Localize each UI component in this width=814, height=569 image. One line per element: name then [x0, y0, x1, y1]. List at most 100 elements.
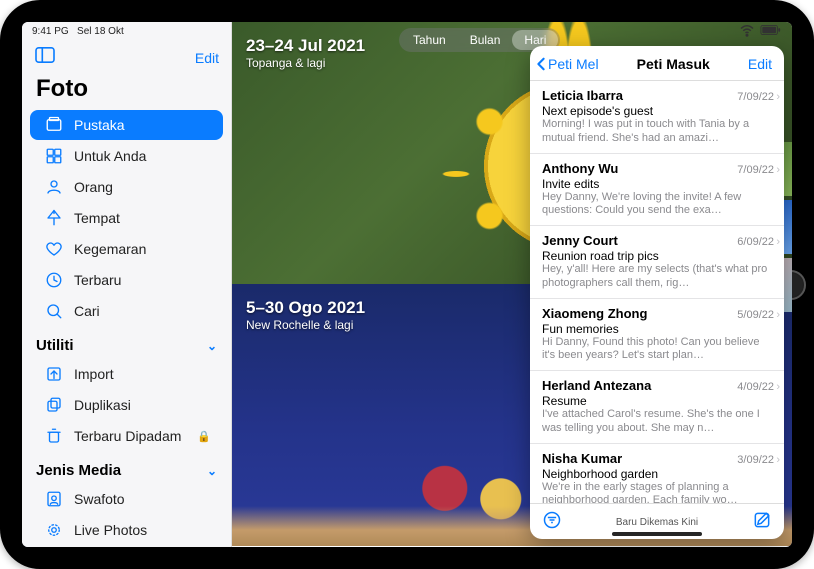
sidebar-item-terbaru[interactable]: Terbaru: [30, 265, 223, 295]
mail-from: Herland Antezana: [542, 378, 651, 393]
mail-from: Leticia Ibarra: [542, 88, 623, 103]
mail-preview: We're in the early stages of planning a …: [542, 481, 774, 504]
mail-item[interactable]: Nisha Kumar 3/09/22Neighborhood gardenWe'…: [530, 444, 784, 504]
mail-from: Jenny Court: [542, 233, 618, 248]
status-date: Sel 18 Okt: [77, 26, 124, 37]
places-icon: [44, 209, 64, 227]
mail-subject: Next episode's guest: [542, 104, 774, 118]
photos-sidebar: Edit Foto Pustaka Untuk Anda Orang Tempat Ke…: [22, 22, 232, 547]
sidebar-item-cari[interactable]: Cari: [30, 296, 223, 326]
lock-icon: 🔒: [197, 430, 211, 443]
mail-date: 5/09/22: [737, 309, 774, 321]
sidebar-item-label: Tempat: [74, 210, 120, 226]
mail-preview: Hi Danny, Found this photo! Can you beli…: [542, 336, 774, 364]
search-icon: [44, 302, 64, 320]
selfie-icon: [44, 490, 64, 508]
filter-icon[interactable]: [542, 510, 562, 535]
live-icon: [44, 521, 64, 539]
group-subtitle: Topanga & lagi: [246, 56, 365, 70]
mail-preview: Morning! I was put in touch with Tania b…: [542, 118, 774, 146]
mail-item[interactable]: Xiaomeng Zhong 5/09/22Fun memoriesHi Dann…: [530, 299, 784, 372]
sidebar-item-label: Import: [74, 366, 114, 382]
sidebar-toggle-icon[interactable]: [34, 46, 56, 69]
sidebar-item-pustaka[interactable]: Pustaka: [30, 110, 223, 140]
mail-item[interactable]: Leticia Ibarra 7/09/22Next episode's gues…: [530, 81, 784, 154]
mail-date: 6/09/22: [737, 236, 774, 248]
chevron-down-icon: ⌄: [207, 464, 217, 478]
screen: 9:41 PG Sel 18 Okt Edit Foto: [22, 22, 792, 547]
app-title: Foto: [22, 75, 231, 109]
mail-list[interactable]: Leticia Ibarra7/09/22Next episode's gues…: [530, 81, 784, 503]
sidebar-edit-button[interactable]: Edit: [195, 50, 219, 66]
sidebar-item-label: Pustaka: [74, 117, 125, 133]
people-icon: [44, 178, 64, 196]
mail-title: Peti Masuk: [637, 56, 710, 72]
grab-handle-icon[interactable]: •••: [645, 46, 669, 50]
chevron-right-icon: ›: [776, 381, 780, 393]
section-utiliti[interactable]: Utiliti ⌄: [22, 327, 231, 358]
chevron-right-icon: ›: [776, 164, 780, 176]
mail-item[interactable]: Jenny Court 6/09/22Reunion road trip pics…: [530, 226, 784, 299]
sidebar-item-label: Terbaru: [74, 272, 121, 288]
mail-subject: Fun memories: [542, 322, 774, 336]
sidebar-item-import[interactable]: Import: [30, 359, 223, 389]
ipad-frame: 9:41 PG Sel 18 Okt Edit Foto: [0, 0, 814, 569]
section-media[interactable]: Jenis Media ⌄: [22, 452, 231, 483]
compose-icon[interactable]: [752, 510, 772, 535]
chevron-right-icon: ›: [776, 236, 780, 248]
mail-item[interactable]: Anthony Wu7/09/22Invite editsHey Danny, …: [530, 154, 784, 227]
mail-date: 4/09/22: [737, 381, 774, 393]
sidebar-item-label: Terbaru Dipadam: [74, 428, 181, 444]
mail-preview: Hey, y'all! Here are my selects (that's …: [542, 263, 774, 291]
chevron-down-icon: ⌄: [207, 339, 217, 353]
mail-preview: Hey Danny, We're loving the invite! A fe…: [542, 191, 774, 219]
mail-subject: Invite edits: [542, 177, 774, 191]
status-time: 9:41 PG: [32, 26, 69, 37]
home-indicator[interactable]: [612, 532, 702, 536]
sidebar-item-swafoto[interactable]: Swafoto: [30, 484, 223, 514]
sidebar-item-tempat[interactable]: Tempat: [30, 203, 223, 233]
wifi-icon: [738, 22, 756, 42]
status-right: [738, 22, 782, 42]
dup-icon: [44, 396, 64, 414]
sidebar-item-label: Cari: [74, 303, 100, 319]
foryou-icon: [44, 147, 64, 165]
mail-subject: Neighborhood garden: [542, 467, 774, 481]
sidebar-item-orang[interactable]: Orang: [30, 172, 223, 202]
mail-date: 3/09/22: [737, 454, 774, 466]
mail-date: 7/09/22: [737, 91, 774, 103]
sidebar-item-label: Duplikasi: [74, 397, 131, 413]
mail-subject: Reunion road trip pics: [542, 249, 774, 263]
chevron-right-icon: ›: [776, 91, 780, 103]
mail-date: 7/09/22: [737, 164, 774, 176]
trash-icon: [44, 427, 64, 445]
group-title: 5–30 Ogo 2021: [246, 298, 365, 318]
sidebar-item-label: Live Photos: [74, 522, 147, 538]
mail-from: Xiaomeng Zhong: [542, 306, 647, 321]
sidebar-item-label: Swafoto: [74, 491, 125, 507]
mail-back-button[interactable]: Peti Mel: [536, 56, 599, 72]
sidebar-item-potret[interactable]: Potret: [30, 546, 223, 547]
sidebar-item-live-photos[interactable]: Live Photos: [30, 515, 223, 545]
mail-item[interactable]: Herland Antezana4/09/22ResumeI've attach…: [530, 371, 784, 444]
library-icon: [44, 116, 64, 134]
mail-slideover[interactable]: ••• Peti Mel Peti Masuk Edit Leticia Iba…: [530, 46, 784, 539]
sidebar-item-label: Untuk Anda: [74, 148, 146, 164]
sidebar-item-label: Orang: [74, 179, 113, 195]
mail-preview: I've attached Carol's resume. She's the …: [542, 408, 774, 436]
mail-from: Nisha Kumar: [542, 451, 622, 466]
sidebar-item-untuk-anda[interactable]: Untuk Anda: [30, 141, 223, 171]
import-icon: [44, 365, 64, 383]
chevron-right-icon: ›: [776, 454, 780, 466]
sidebar-item-kegemaran[interactable]: Kegemaran: [30, 234, 223, 264]
sidebar-item-duplikasi[interactable]: Duplikasi: [30, 390, 223, 420]
mail-edit-button[interactable]: Edit: [748, 56, 772, 72]
group-subtitle: New Rochelle & lagi: [246, 318, 365, 332]
battery-icon: [760, 24, 782, 39]
status-bar: 9:41 PG Sel 18 Okt: [22, 22, 792, 40]
clock-icon: [44, 271, 64, 289]
heart-icon: [44, 240, 64, 258]
sidebar-item-terbaru-dipadam[interactable]: Terbaru Dipadam 🔒: [30, 421, 223, 451]
chevron-right-icon: ›: [776, 309, 780, 321]
sidebar-item-label: Kegemaran: [74, 241, 146, 257]
